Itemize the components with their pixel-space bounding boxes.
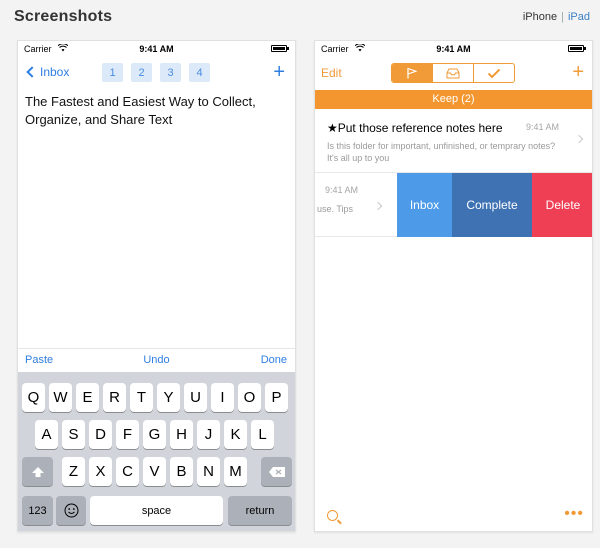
note-time: 9:41 AM <box>325 185 359 195</box>
swipe-complete-button[interactable]: Complete <box>452 173 532 237</box>
status-time: 9:41 AM <box>436 44 471 54</box>
emoji-key[interactable] <box>56 496 86 525</box>
bottom-toolbar: ••• <box>315 501 592 531</box>
done-button[interactable]: Done <box>261 354 287 366</box>
key-t[interactable]: T <box>130 383 153 412</box>
section-title: Screenshots <box>14 8 113 25</box>
key-v[interactable]: V <box>143 457 166 486</box>
key-y[interactable]: Y <box>157 383 180 412</box>
status-bar: Carrier 9:41 AM <box>315 41 592 57</box>
add-note-button[interactable]: + <box>273 62 285 82</box>
key-z[interactable]: Z <box>62 457 85 486</box>
key-g[interactable]: G <box>143 420 166 449</box>
search-icon[interactable] <box>327 510 338 521</box>
note-snippet: use. Tips <box>317 204 354 214</box>
status-time: 9:41 AM <box>139 44 174 54</box>
shift-key[interactable] <box>22 457 53 486</box>
key-j[interactable]: J <box>197 420 220 449</box>
key-r[interactable]: R <box>103 383 126 412</box>
key-q[interactable]: Q <box>22 383 45 412</box>
device-separator: | <box>561 11 564 23</box>
device-iphone-label[interactable]: iPhone <box>523 11 557 23</box>
list-item-swiped[interactable]: 9:41 AM use. Tips Inbox Complete Delete <box>315 173 592 237</box>
key-o[interactable]: O <box>238 383 261 412</box>
key-h[interactable]: H <box>170 420 193 449</box>
device-ipad-link[interactable]: iPad <box>568 11 590 23</box>
page-tab-1[interactable]: 1 <box>102 63 123 82</box>
key-w[interactable]: W <box>49 383 72 412</box>
segment-complete[interactable] <box>474 64 514 82</box>
shift-icon <box>31 466 44 477</box>
emoji-icon <box>64 503 78 518</box>
key-d[interactable]: D <box>89 420 112 449</box>
page-tabs: 1 2 3 4 <box>102 63 210 82</box>
chevron-right-icon <box>373 201 383 211</box>
key-u[interactable]: U <box>184 383 207 412</box>
segment-inbox[interactable] <box>433 64 474 82</box>
chevron-left-icon <box>26 66 38 78</box>
key-i[interactable]: I <box>211 383 234 412</box>
key-b[interactable]: B <box>170 457 193 486</box>
battery-icon <box>568 45 586 52</box>
chevron-right-icon <box>574 134 584 144</box>
note-time: 9:41 AM <box>525 122 559 132</box>
swipe-delete-button[interactable]: Delete <box>532 173 592 237</box>
flag-icon <box>407 67 418 79</box>
folder-header: Keep (2) <box>315 90 592 109</box>
delete-key[interactable] <box>261 457 292 486</box>
inbox-icon <box>446 68 460 78</box>
note-snippet: Is this folder for important, unfinished… <box>327 141 556 163</box>
page-tab-2[interactable]: 2 <box>131 63 152 82</box>
add-note-button[interactable]: + <box>572 62 584 82</box>
status-bar: Carrier 9:41 AM <box>18 41 295 57</box>
numbers-key[interactable]: 123 <box>22 496 53 525</box>
edit-toolbar: Paste Undo Done <box>18 348 295 372</box>
key-m[interactable]: M <box>224 457 247 486</box>
key-e[interactable]: E <box>76 383 99 412</box>
page-tab-4[interactable]: 4 <box>189 63 210 82</box>
back-label: Inbox <box>40 65 70 79</box>
key-c[interactable]: C <box>116 457 139 486</box>
backspace-icon <box>268 466 285 477</box>
check-icon <box>487 68 501 78</box>
key-s[interactable]: S <box>62 420 85 449</box>
list-item[interactable]: ★Put those reference notes here 9:41 AM … <box>315 109 592 173</box>
note-text-area[interactable]: The Fastest and Easiest Way to Collect, … <box>25 93 287 129</box>
space-key[interactable]: space <box>90 496 223 525</box>
inbox-back-button[interactable]: Inbox <box>26 65 69 79</box>
section-header: Screenshots iPhone | iPad <box>0 0 600 36</box>
key-a[interactable]: A <box>35 420 58 449</box>
keyboard: Q W E R T Y U I O P A S D F G H J K L Z … <box>18 372 295 531</box>
undo-button[interactable]: Undo <box>18 354 295 366</box>
key-l[interactable]: L <box>251 420 274 449</box>
note-title: ★Put those reference notes here <box>327 121 503 135</box>
edit-button[interactable]: Edit <box>321 66 342 80</box>
page-tab-3[interactable]: 3 <box>160 63 181 82</box>
device-switch: iPhone | iPad <box>523 11 590 23</box>
return-key[interactable]: return <box>228 496 292 525</box>
key-n[interactable]: N <box>197 457 220 486</box>
note-nav-bar: Inbox 1 2 3 4 + <box>18 59 295 89</box>
swipe-inbox-button[interactable]: Inbox <box>397 173 452 237</box>
key-f[interactable]: F <box>116 420 139 449</box>
battery-icon <box>271 45 289 52</box>
key-x[interactable]: X <box>89 457 112 486</box>
list-nav-bar: Edit + <box>315 59 592 89</box>
key-p[interactable]: P <box>265 383 288 412</box>
right-phone-screenshot: Carrier 9:41 AM Edit + Keep (2) ★Put tho… <box>314 40 593 532</box>
more-icon[interactable]: ••• <box>564 506 584 522</box>
key-k[interactable]: K <box>224 420 247 449</box>
left-phone-screenshot: Carrier 9:41 AM Inbox 1 2 3 4 + The Fast… <box>17 40 296 532</box>
folder-segmented-control <box>391 63 515 83</box>
segment-flag[interactable] <box>392 64 433 82</box>
